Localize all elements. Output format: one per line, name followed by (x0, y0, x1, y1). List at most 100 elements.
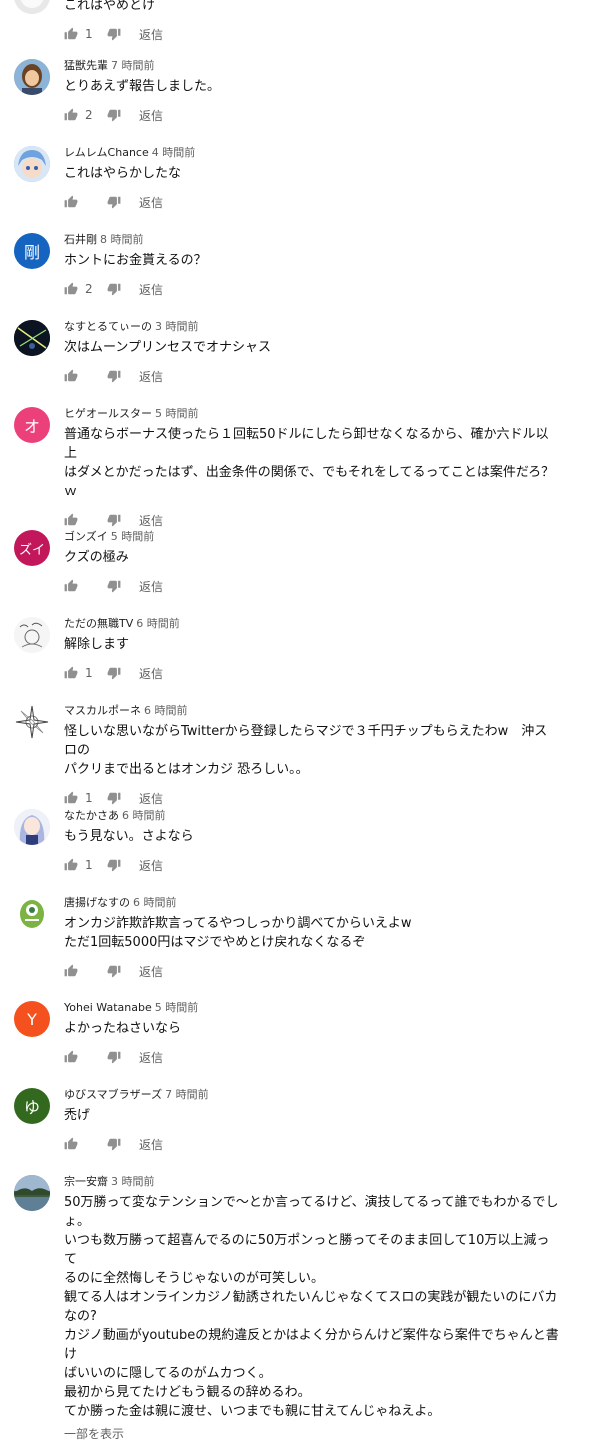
comment-text: オンカジ詐欺詐欺言ってるやつしっかり調べてからいえよw ただ1回転5000円はマ… (64, 916, 412, 950)
avatar[interactable] (14, 320, 50, 356)
thumbs-up-icon[interactable] (64, 27, 78, 41)
thumbs-up-icon[interactable] (64, 108, 78, 122)
comment-time[interactable]: 6 時間前 (133, 896, 177, 909)
comment-time[interactable]: 6 時間前 (122, 809, 166, 822)
avatar[interactable]: ゆ (14, 1088, 50, 1124)
comment-time[interactable]: 6 時間前 (144, 704, 188, 717)
avatar[interactable] (14, 0, 50, 14)
comment-author[interactable]: なすとるてぃーの (64, 320, 152, 333)
avatar[interactable] (14, 59, 50, 95)
reply-button[interactable]: 返信 (139, 281, 163, 298)
reply-button[interactable]: 返信 (139, 1136, 163, 1153)
comment-author[interactable]: ただの無職TV (64, 617, 133, 630)
reply-button[interactable]: 返信 (139, 26, 163, 43)
comment-text: ホントにお金貰えるの？ (64, 253, 207, 268)
comment-author[interactable]: 唐揚げなすの (64, 896, 130, 909)
comment-author[interactable]: ゴンズイ (64, 530, 108, 543)
avatar[interactable] (14, 617, 50, 653)
thumbs-up-icon[interactable] (64, 282, 78, 296)
comment-actions: 1 返信 (64, 24, 560, 44)
avatar[interactable] (14, 146, 50, 182)
thumbs-up-icon[interactable] (64, 513, 78, 527)
thumbs-down-icon[interactable] (107, 369, 121, 383)
thumbs-down-icon[interactable] (107, 27, 121, 41)
comment-actions: 2 返信 (64, 279, 560, 299)
like-count: 1 (85, 666, 93, 680)
thumbs-up-icon[interactable] (64, 1137, 78, 1151)
reply-button[interactable]: 返信 (139, 194, 163, 211)
comment-author[interactable]: ゆびスマブラザーズ (64, 1088, 162, 1101)
avatar-letter: Y (27, 1009, 37, 1029)
comment-author[interactable]: 猛獣先輩 (64, 59, 108, 72)
reply-button[interactable]: 返信 (139, 665, 163, 682)
thumbs-down-icon[interactable] (107, 282, 121, 296)
comment-author[interactable]: ヒゲオールスター (64, 407, 152, 420)
comment-text: 次はムーンプリンセスでオナシャス (64, 340, 271, 355)
reply-button[interactable]: 返信 (139, 963, 163, 980)
avatar[interactable]: Y (14, 1001, 50, 1037)
comment-time[interactable]: 3 時間前 (111, 1175, 155, 1188)
thumbs-up-icon[interactable] (64, 195, 78, 209)
thumbs-down-icon[interactable] (107, 513, 121, 527)
comment-text: 普通ならボーナス使ったら１回転50ドルにしたら卸せなくなるから、確か六ドル以上 … (64, 427, 555, 499)
comment-actions: 1 返信 (64, 855, 560, 875)
thumbs-down-icon[interactable] (107, 964, 121, 978)
reply-button[interactable]: 返信 (139, 512, 163, 529)
reply-button[interactable]: 返信 (139, 790, 163, 807)
avatar-letter: ゆ (23, 1098, 40, 1117)
thumbs-down-icon[interactable] (107, 1050, 121, 1064)
thumbs-up-icon[interactable] (64, 1050, 78, 1064)
comment-time[interactable]: 8 時間前 (100, 233, 144, 246)
thumbs-up-icon[interactable] (64, 791, 78, 805)
avatar[interactable]: 剛 (14, 233, 50, 269)
reply-button[interactable]: 返信 (139, 857, 163, 874)
thumbs-down-icon[interactable] (107, 1137, 121, 1151)
comment-author[interactable]: 石井剛 (64, 233, 97, 246)
avatar[interactable]: オ (14, 407, 50, 443)
comment-author[interactable]: レムレムChance (64, 146, 149, 159)
comment-time[interactable]: 5 時間前 (155, 407, 199, 420)
avatar[interactable] (14, 1175, 50, 1211)
comment-time[interactable]: 6 時間前 (136, 617, 180, 630)
thumbs-up-icon[interactable] (64, 666, 78, 680)
comment-actions: 2 返信 (64, 105, 560, 125)
avatar[interactable] (14, 809, 50, 845)
comment-actions: 返信 (64, 961, 560, 981)
comment-time[interactable]: 3 時間前 (155, 320, 199, 333)
avatar-letter: オ (23, 417, 40, 436)
avatar[interactable] (14, 704, 50, 740)
like-count: 2 (85, 282, 93, 296)
thumbs-down-icon[interactable] (107, 666, 121, 680)
thumbs-up-icon[interactable] (64, 964, 78, 978)
thumbs-down-icon[interactable] (107, 791, 121, 805)
comment-author[interactable]: 宗一安齋 (64, 1175, 108, 1188)
reply-button[interactable]: 返信 (139, 107, 163, 124)
like-count: 1 (85, 858, 93, 872)
avatar[interactable]: ズイ (14, 530, 50, 566)
avatar[interactable] (14, 896, 50, 932)
comment-actions: 返信 (64, 1134, 560, 1154)
thumbs-down-icon[interactable] (107, 108, 121, 122)
thumbs-down-icon[interactable] (107, 195, 121, 209)
comment-text: これはやめとけ (64, 0, 156, 13)
thumbs-up-icon[interactable] (64, 369, 78, 383)
reply-button[interactable]: 返信 (139, 1049, 163, 1066)
comment-time[interactable]: 5 時間前 (111, 530, 155, 543)
comment-text: もう見ない。さよなら (64, 829, 194, 844)
comment-time[interactable]: 4 時間前 (152, 146, 196, 159)
comment-time[interactable]: 5 時間前 (155, 1001, 199, 1014)
comment-time[interactable]: 7 時間前 (165, 1088, 209, 1101)
thumbs-down-icon[interactable] (107, 858, 121, 872)
reply-button[interactable]: 返信 (139, 368, 163, 385)
thumbs-up-icon[interactable] (64, 579, 78, 593)
thumbs-down-icon[interactable] (107, 579, 121, 593)
comment-author[interactable]: Yohei Watanabe (64, 1001, 152, 1014)
comment-author[interactable]: なたかさあ (64, 809, 119, 822)
show-more-link[interactable]: 一部を表示 (64, 1425, 560, 1442)
reply-button[interactable]: 返信 (139, 578, 163, 595)
comment-time[interactable]: 7 時間前 (111, 59, 155, 72)
thumbs-up-icon[interactable] (64, 858, 78, 872)
comment-actions: 返信 (64, 576, 560, 596)
like-count: 2 (85, 108, 93, 122)
comment-author[interactable]: マスカルポーネ (64, 704, 141, 717)
